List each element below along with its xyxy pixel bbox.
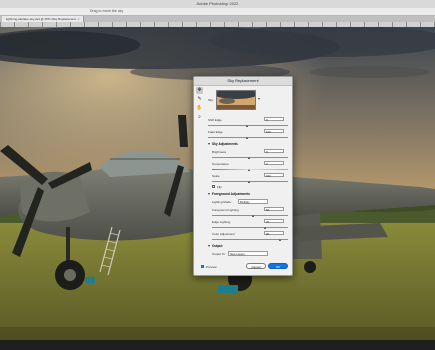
sky-replacement-dialog: Sky Replacement ✥ ✎ ✋ ⌕ Sky: Shift Edge … [193,76,293,276]
sky-adjustments-chevron-icon[interactable] [208,143,210,145]
brush-icon[interactable]: ✎ [196,96,203,103]
move-icon[interactable]: ✥ [196,87,203,94]
hand-icon[interactable]: ✋ [196,105,203,112]
output-to-select[interactable]: New Layers [228,251,268,256]
brightness-slider-thumb[interactable] [248,157,251,159]
lighting-mode-label: Lighting Mode: [212,200,232,204]
flip-checkbox[interactable] [212,185,215,188]
chevron-down-icon[interactable] [258,98,260,100]
output-heading: Output [212,244,223,248]
shift-edge-label: Shift Edge [208,118,222,122]
foreground-lighting-field[interactable]: 50 [264,207,284,212]
color-adjustment-slider-thumb[interactable] [278,239,281,241]
foreground-adjustments-heading: Foreground Adjustments [212,192,250,196]
shift-edge-slider-thumb[interactable] [246,125,249,127]
color-adjustment-field[interactable]: 90 [264,231,284,236]
fade-edge-label: Fade Edge [208,130,223,134]
cancel-button[interactable]: Cancel [246,263,266,269]
fade-edge-field[interactable]: 100 [264,129,284,134]
options-hint: Drag to move the sky [90,9,124,13]
brightness-field[interactable]: 0 [264,149,284,154]
preview-checkbox[interactable] [201,265,204,268]
sky-label: Sky: [208,98,214,102]
sky-adjustments-heading: Sky Adjustments [212,142,238,146]
status-bar [0,340,435,350]
shift-edge-field[interactable]: 0 [264,117,284,122]
zoom-icon[interactable]: ⌕ [196,114,203,121]
edge-lighting-label: Edge Lighting [212,220,231,224]
app-title-bar: Adobe Photoshop 2022 [0,0,435,8]
preview-label: Preview [206,265,217,269]
edge-lighting-field[interactable]: 70 [264,219,284,224]
sky-thumbnail[interactable] [214,89,258,110]
foreground-lighting-label: Foreground Lighting [212,208,239,212]
brightness-label: Brightness [212,150,227,154]
temperature-label: Temperature [212,162,229,166]
scale-label: Scale [212,174,220,178]
color-adjustment-label: Color Adjustment [212,232,235,236]
scale-slider-thumb[interactable] [248,181,251,183]
color-adjustment-slider[interactable] [212,239,288,240]
output-to-label: Output To: [212,252,226,256]
edge-lighting-slider-thumb[interactable] [263,227,266,229]
dialog-title: Sky Replacement [194,77,292,86]
output-chevron-icon[interactable] [208,245,210,247]
flip-label: Flip [217,185,222,189]
temperature-field[interactable]: 0 [264,161,284,166]
options-bar: Drag to move the sky [0,8,435,16]
sky-preview-image [214,89,258,109]
foreground-lighting-slider[interactable] [212,215,288,216]
fade-edge-slider-thumb[interactable] [246,137,249,139]
lighting-mode-select[interactable]: Multiply [238,199,268,204]
foreground-lighting-slider-thumb[interactable] [252,215,255,217]
edge-lighting-slider[interactable] [212,227,288,228]
temperature-slider-thumb[interactable] [248,169,251,171]
ok-button[interactable]: OK [268,263,288,269]
app-title: Adobe Photoshop 2022 [196,1,239,6]
foreground-adjustments-chevron-icon[interactable] [208,193,210,195]
scale-field[interactable]: 100 [264,173,284,178]
dialog-tools: ✥ ✎ ✋ ⌕ [196,87,204,127]
